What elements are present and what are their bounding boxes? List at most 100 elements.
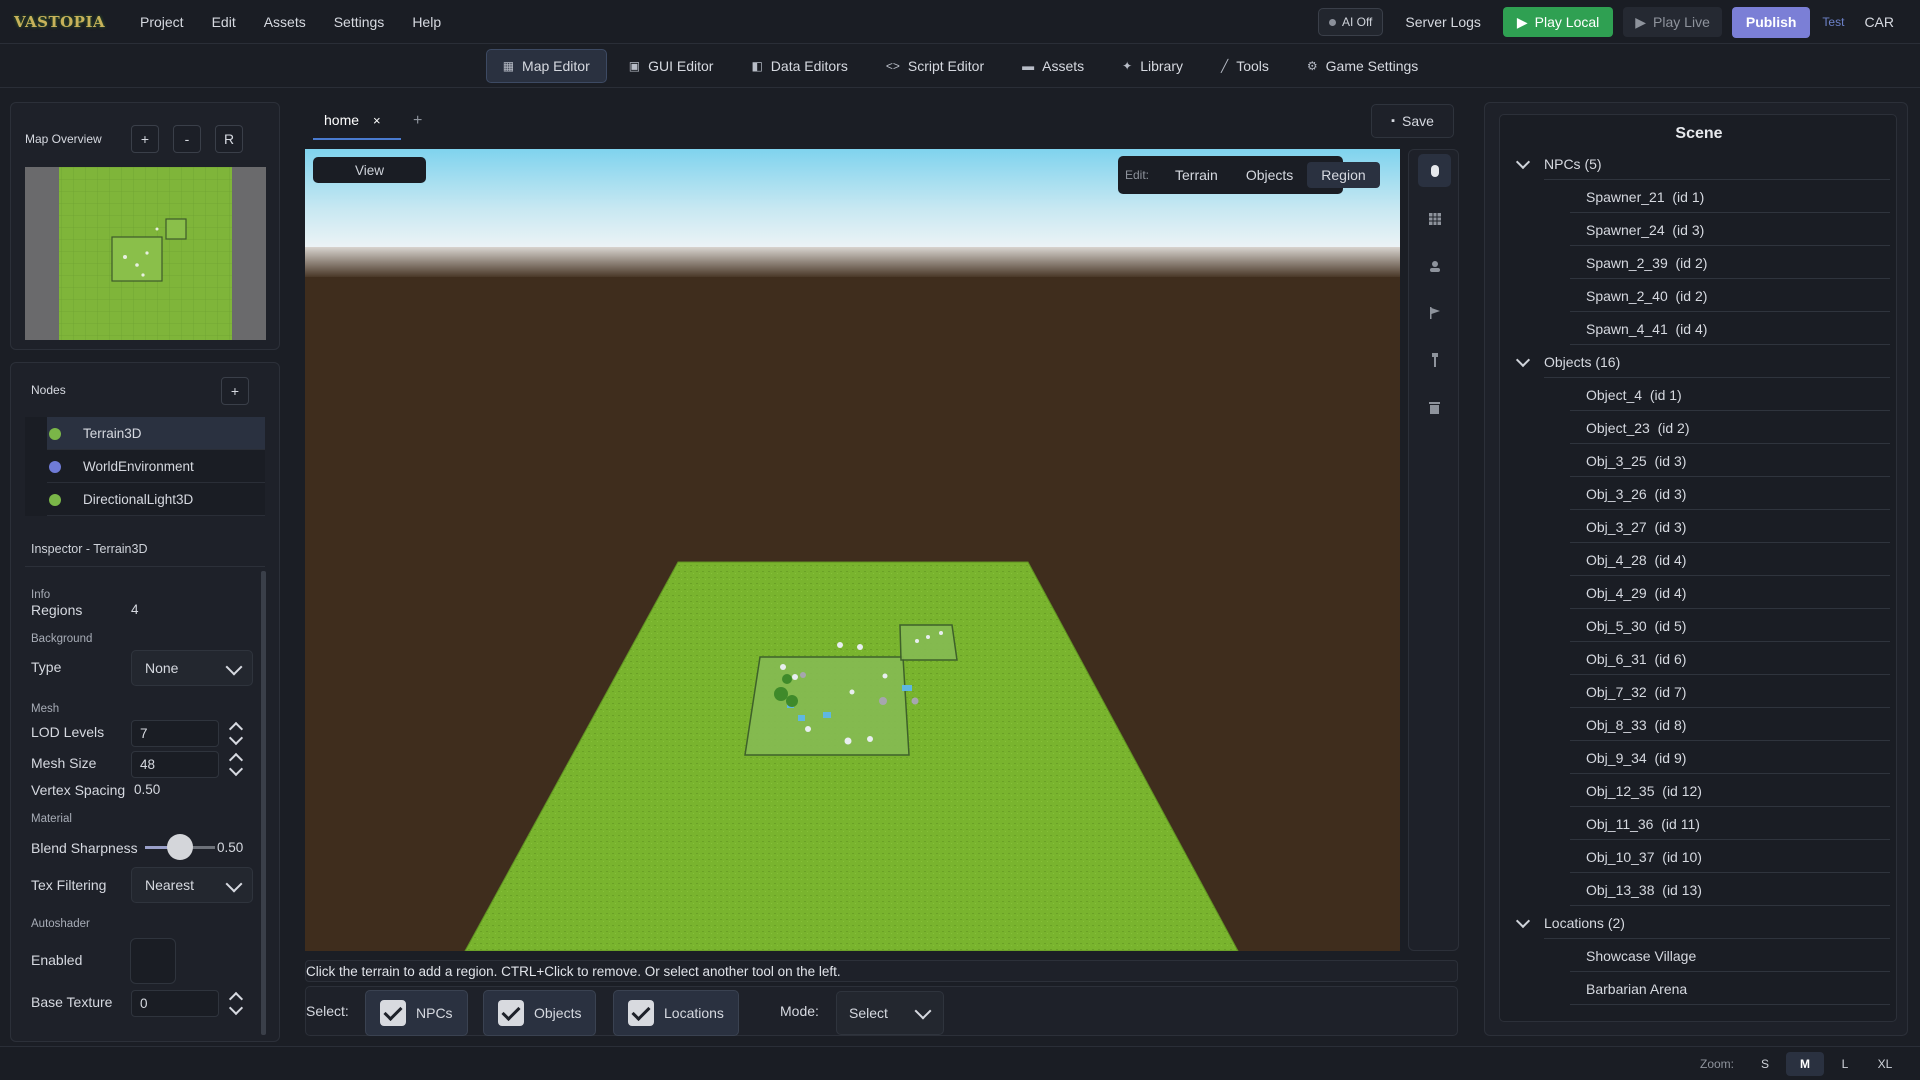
zoom-in-button[interactable]: + <box>131 125 159 153</box>
server-logs-button[interactable]: Server Logs <box>1405 14 1480 30</box>
background-type-select[interactable]: None <box>131 650 253 686</box>
node-item-terrain3d[interactable]: Terrain3D <box>47 417 265 450</box>
edit-region-button[interactable]: Region <box>1307 162 1380 188</box>
scene-item[interactable]: Obj_4_29 (id 4) <box>1500 576 1896 609</box>
scene-item[interactable]: Spawner_24 (id 3) <box>1500 213 1896 246</box>
scene-item-label: Obj_3_27 (id 3) <box>1586 518 1687 535</box>
tab-tools[interactable]: ╱ Tools <box>1205 49 1285 83</box>
blend-sharpness-slider[interactable] <box>145 834 215 860</box>
tab-assets[interactable]: ▬ Assets <box>1006 49 1100 83</box>
edit-objects-button[interactable]: Objects <box>1232 162 1307 188</box>
play-local-button[interactable]: ▶ Play Local <box>1502 7 1614 37</box>
tab-gui-editor[interactable]: ▣ GUI Editor <box>613 49 730 83</box>
scene-group[interactable]: Locations (2) <box>1500 906 1896 939</box>
add-tab-button[interactable]: + <box>413 112 422 130</box>
doc-tab-home[interactable]: home × <box>313 102 401 140</box>
scene-group[interactable]: Objects (16) <box>1500 345 1896 378</box>
save-button[interactable]: ▪ Save <box>1371 104 1454 138</box>
filter-locations-checkbox[interactable]: Locations <box>613 990 739 1036</box>
filter-npcs-checkbox[interactable]: NPCs <box>365 990 468 1036</box>
play-local-label: Play Local <box>1534 14 1600 30</box>
close-icon[interactable]: × <box>373 113 381 128</box>
tab-data-editors[interactable]: ◧ Data Editors <box>735 49 863 83</box>
tab-script-editor[interactable]: <> Script Editor <box>870 49 1000 83</box>
scene-item[interactable]: Obj_3_26 (id 3) <box>1500 477 1896 510</box>
base-texture-input[interactable]: 0 <box>131 990 219 1017</box>
node-item-directionallight3d[interactable]: DirectionalLight3D <box>47 483 265 516</box>
scene-item[interactable]: Spawn_2_40 (id 2) <box>1500 279 1896 312</box>
scene-item[interactable]: Obj_8_33 (id 8) <box>1500 708 1896 741</box>
scene-item[interactable]: Object_23 (id 2) <box>1500 411 1896 444</box>
zoom-s-button[interactable]: S <box>1746 1052 1784 1076</box>
lod-levels-input[interactable]: 7 <box>131 720 219 747</box>
vertex-spacing-label: Vertex Spacing <box>31 782 126 798</box>
scene-item[interactable]: Obj_6_31 (id 6) <box>1500 642 1896 675</box>
app-logo[interactable]: VASTOPIA <box>14 7 105 37</box>
zoom-m-button[interactable]: M <box>1786 1052 1824 1076</box>
menu-help[interactable]: Help <box>398 14 455 30</box>
scene-item[interactable]: Obj_4_28 (id 4) <box>1500 543 1896 576</box>
scene-item[interactable]: Obj_12_35 (id 12) <box>1500 774 1896 807</box>
scene-item[interactable]: Obj_3_27 (id 3) <box>1500 510 1896 543</box>
test-link[interactable]: Test <box>1822 15 1844 29</box>
reset-view-button[interactable]: R <box>215 125 243 153</box>
slider-thumb[interactable] <box>167 834 193 860</box>
filter-objects-checkbox[interactable]: Objects <box>483 990 597 1036</box>
trash-icon[interactable] <box>1418 391 1451 424</box>
edit-terrain-button[interactable]: Terrain <box>1161 162 1232 188</box>
add-node-button[interactable]: + <box>221 377 249 405</box>
node-item-worldenvironment[interactable]: WorldEnvironment <box>47 450 265 483</box>
tab-map-editor[interactable]: ▦ Map Editor <box>485 49 607 83</box>
tab-game-settings[interactable]: ⚙ Game Settings <box>1291 49 1434 83</box>
image-icon: ▣ <box>628 59 641 73</box>
mesh-size-input[interactable]: 48 <box>131 751 219 778</box>
checkmark-icon <box>380 1000 406 1026</box>
mode-select[interactable]: Select <box>836 991 944 1035</box>
base-texture-stepper[interactable] <box>228 990 244 1018</box>
person-icon[interactable] <box>1418 249 1451 282</box>
scene-item[interactable]: Spawn_2_39 (id 2) <box>1500 246 1896 279</box>
lod-levels-stepper[interactable] <box>228 720 244 748</box>
vertex-spacing-value: 0.50 <box>134 782 161 797</box>
scene-item[interactable]: Obj_7_32 (id 7) <box>1500 675 1896 708</box>
inspector-scrollbar[interactable] <box>261 571 266 1035</box>
zoom-out-button[interactable]: - <box>173 125 201 153</box>
scene-item[interactable]: Showcase Village <box>1500 939 1896 972</box>
menu-edit[interactable]: Edit <box>198 14 250 30</box>
mouse-icon[interactable] <box>1418 154 1451 187</box>
mesh-size-stepper[interactable] <box>228 751 244 779</box>
minimap[interactable] <box>25 167 266 340</box>
3d-viewport[interactable]: View Edit: Terrain Objects Region <box>305 149 1400 951</box>
pin-icon[interactable] <box>1418 343 1451 376</box>
scene-item[interactable]: Barbarian Arena <box>1500 972 1896 1005</box>
scene-item[interactable]: Obj_13_38 (id 13) <box>1500 873 1896 906</box>
scene-group[interactable]: NPCs (5) <box>1500 147 1896 180</box>
user-menu[interactable]: CAR <box>1864 14 1894 30</box>
menu-settings[interactable]: Settings <box>320 14 399 30</box>
publish-button[interactable]: Publish <box>1731 6 1811 38</box>
zoom-l-button[interactable]: L <box>1826 1052 1864 1076</box>
grid-icon[interactable] <box>1418 202 1451 235</box>
play-live-button[interactable]: ▶ Play Live <box>1623 7 1722 37</box>
tab-library[interactable]: ✦ Library <box>1106 49 1199 83</box>
menu-project[interactable]: Project <box>126 14 198 30</box>
scene-item[interactable]: Obj_5_30 (id 5) <box>1500 609 1896 642</box>
scene-item[interactable]: Spawner_21 (id 1) <box>1500 180 1896 213</box>
scene-item[interactable]: Obj_11_36 (id 11) <box>1500 807 1896 840</box>
zoom-xl-button[interactable]: XL <box>1866 1052 1904 1076</box>
scene-item[interactable]: Object_4 (id 1) <box>1500 378 1896 411</box>
scene-item[interactable]: Obj_9_34 (id 9) <box>1500 741 1896 774</box>
view-button[interactable]: View <box>313 157 426 183</box>
ai-toggle-button[interactable]: AI Off <box>1317 8 1384 36</box>
menu-assets[interactable]: Assets <box>250 14 320 30</box>
section-mesh: Mesh <box>31 703 60 715</box>
wrench-icon: ╱ <box>1220 59 1229 73</box>
flag-icon[interactable] <box>1418 296 1451 329</box>
regions-value: 4 <box>131 602 139 617</box>
scene-item[interactable]: Obj_3_25 (id 3) <box>1500 444 1896 477</box>
autoshader-enabled-checkbox[interactable] <box>130 938 176 984</box>
tex-filtering-select[interactable]: Nearest <box>131 867 253 903</box>
scene-item[interactable]: Spawn_4_41 (id 4) <box>1500 312 1896 345</box>
status-bar: Zoom: S M L XL <box>0 1046 1920 1080</box>
scene-item[interactable]: Obj_10_37 (id 10) <box>1500 840 1896 873</box>
